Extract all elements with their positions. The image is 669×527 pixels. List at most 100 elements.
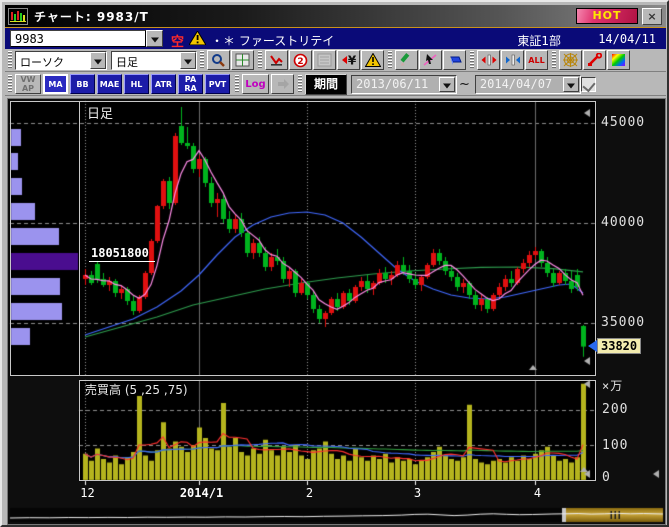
volume-pane-title: 売買高 (5 ,25 ,75) (85, 381, 188, 398)
x-tick-dec: 12 (80, 486, 94, 500)
yen-button[interactable]: ¥ (337, 50, 360, 70)
log-scale-button[interactable]: Log (242, 74, 269, 94)
indicator-pvt-button[interactable]: PVT (205, 74, 230, 94)
toolbar-grip[interactable] (388, 51, 392, 69)
volume-tick-0: 0 (602, 470, 611, 485)
eraser-icon (447, 53, 462, 67)
chart-window: チャート: 9983/T HOT × 空 ・＊ ファーストリテイ 東証1部 14… (0, 0, 669, 527)
grid-button[interactable] (231, 50, 254, 70)
toolbar-grip[interactable] (8, 51, 12, 69)
price-mark-icon (269, 53, 284, 67)
alert-button[interactable] (361, 50, 384, 70)
indicator-mae-button[interactable]: MAE (97, 74, 122, 94)
shrink-bars-button[interactable] (501, 50, 524, 70)
toolbar-grip[interactable] (298, 75, 302, 93)
toolbar-main: ローソク 日足 2 (5, 49, 666, 72)
short-sell-flag: 空 (171, 31, 184, 50)
wrench-icon (587, 53, 602, 67)
palette-icon (611, 53, 626, 67)
volume-tick-200: 200 (602, 402, 628, 417)
arrow-right-icon (276, 78, 290, 90)
board-icon (317, 53, 332, 67)
quote-date: 14/04/11 (598, 32, 656, 46)
window-title: チャート: 9983/T (34, 8, 149, 25)
board-button (313, 50, 336, 70)
indicator-vwap-button: VW AP (15, 74, 41, 94)
date-to-combo[interactable]: 2014/04/07 (475, 75, 581, 94)
toolbar-grip[interactable] (552, 51, 556, 69)
symbol-input[interactable] (10, 30, 146, 47)
last-price-tag: 33820 (588, 338, 641, 354)
toolbar-grip[interactable] (470, 51, 474, 69)
date-from-dropdown-button[interactable] (439, 77, 455, 92)
pencil-icon (399, 53, 414, 67)
price-tick-40000: 40000 (601, 215, 645, 230)
price-tick-35000: 35000 (601, 315, 645, 330)
volume-at-price-label: 18051800 (89, 246, 155, 262)
shrink-bars-icon (505, 53, 521, 67)
x-tick-apr: 4 (534, 486, 541, 500)
toolbar-grip[interactable] (8, 75, 12, 93)
price-chart-pane[interactable] (79, 101, 596, 376)
indicator-ma-button[interactable]: MA (43, 74, 68, 94)
date-to-dropdown-button[interactable] (563, 77, 579, 92)
zoom-icon (211, 53, 226, 68)
zoom-button[interactable] (207, 50, 230, 70)
price-arrow-icon (588, 340, 597, 352)
yen-icon: ¥ (341, 53, 357, 67)
indicator-hl-button[interactable]: HL (124, 74, 149, 94)
x-tick-feb: 2 (306, 486, 313, 500)
circled-2-icon: 2 (293, 53, 308, 68)
draw-pencil-button[interactable] (395, 50, 418, 70)
color-palette-button[interactable] (607, 50, 630, 70)
volume-tick-100: 100 (602, 438, 628, 453)
symbol-dropdown-button[interactable] (146, 30, 163, 47)
alert-warning-icon (365, 53, 381, 67)
period-button[interactable]: 期間 (305, 74, 347, 95)
toolbar-grip[interactable] (258, 51, 262, 69)
toolbar-grip[interactable] (235, 75, 239, 93)
svg-text:¥: ¥ (347, 54, 356, 68)
net-button[interactable] (559, 50, 582, 70)
last-price-value: 33820 (597, 338, 641, 354)
trendline-button[interactable] (419, 50, 442, 70)
toolbar-indicators: VW AP MA BB MAE HL ATR PA RA PVT Log 期間 … (5, 73, 666, 96)
chart-type-dropdown-button[interactable] (90, 52, 106, 69)
issue-name: ・＊ ファーストリテイ (211, 32, 334, 49)
circled-2-button[interactable]: 2 (289, 50, 312, 70)
eraser-button[interactable] (443, 50, 466, 70)
title-bar[interactable]: チャート: 9983/T HOT × (5, 5, 666, 27)
pane-title-daily: 日足 (87, 103, 113, 122)
close-button[interactable]: × (642, 8, 662, 25)
info-bar: 空 ・＊ ファーストリテイ 東証1部 14/04/11 (5, 28, 666, 49)
x-tick-mar: 3 (414, 486, 421, 500)
range-tilde: ~ (459, 77, 470, 92)
volume-axis-unit: ×万 (602, 377, 623, 394)
expand-bars-button[interactable] (477, 50, 500, 70)
indicator-atr-button[interactable]: ATR (151, 74, 176, 94)
app-icon (8, 8, 28, 25)
timeframe-combo[interactable]: 日足 (111, 51, 197, 70)
toolbar-grip[interactable] (200, 51, 204, 69)
svg-text:2: 2 (297, 57, 303, 67)
date-from-combo[interactable]: 2013/06/11 (351, 75, 457, 94)
price-tick-45000: 45000 (601, 115, 645, 130)
volume-profile-pane[interactable] (10, 101, 80, 376)
price-mark-button[interactable] (265, 50, 288, 70)
settings-wrench-button[interactable] (583, 50, 606, 70)
cursor-line-icon (423, 53, 438, 67)
show-all-button[interactable]: ALL (525, 50, 548, 70)
grid-icon (235, 53, 250, 67)
market-name: 東証1部 (517, 32, 561, 49)
indicator-bb-button[interactable]: BB (70, 74, 95, 94)
warning-icon (189, 31, 206, 45)
net-icon (563, 53, 578, 67)
period-checkbox[interactable] (581, 77, 596, 92)
chart-type-combo[interactable]: ローソク (15, 51, 107, 70)
timeframe-dropdown-button[interactable] (180, 52, 196, 69)
x-tick-jan: 2014/1 (180, 486, 223, 500)
indicator-para-button[interactable]: PA RA (178, 74, 203, 94)
hot-button[interactable]: HOT (576, 8, 638, 24)
jump-button (271, 74, 294, 94)
all-label: ALL (528, 56, 544, 65)
